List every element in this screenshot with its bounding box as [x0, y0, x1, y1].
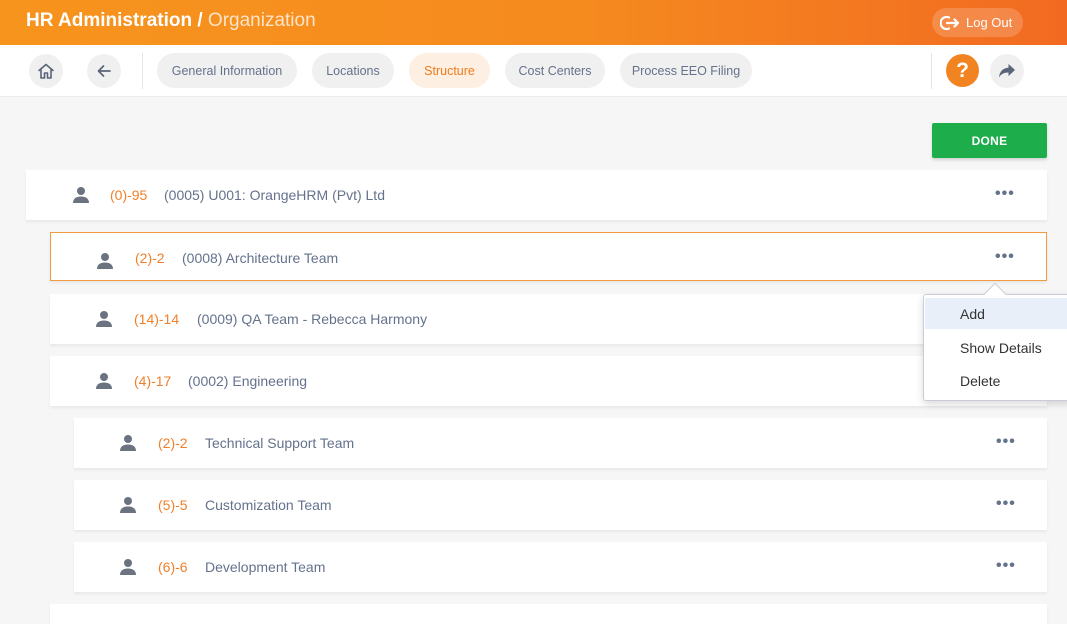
tab-cost-centers[interactable]: Cost Centers	[505, 53, 605, 88]
title-sub: Organization	[207, 10, 316, 31]
node-count: (0)-95	[110, 187, 148, 203]
tree-node-root[interactable]: (0)-95 (0005) U001: OrangeHRM (Pvt) Ltd …	[26, 170, 1047, 220]
node-count: (5)-5	[158, 497, 188, 513]
node-name: Customization Team	[205, 497, 332, 513]
node-name: (0009) QA Team - Rebecca Harmony	[197, 311, 428, 327]
node-name: (0002) Engineering	[188, 373, 308, 389]
app-header: HR Administration / Organization Log Out	[0, 0, 1067, 45]
page-title: HR Administration / Organization	[26, 10, 316, 32]
nav-divider	[142, 53, 143, 89]
logout-button[interactable]: Log Out	[932, 8, 1023, 37]
node-name: (0008) Architecture Team	[182, 250, 339, 266]
node-name: Development Team	[205, 559, 326, 575]
share-button[interactable]	[990, 54, 1024, 88]
tree-node[interactable]: (4)-17 (0002) Engineering	[50, 356, 1047, 406]
person-icon	[73, 187, 89, 203]
menu-item-show-details[interactable]: Show Details	[925, 332, 1067, 363]
node-count: (2)-2	[135, 250, 165, 266]
help-button[interactable]: ?	[946, 54, 979, 87]
node-name: Technical Support Team	[205, 435, 355, 451]
more-options-icon[interactable]: •••	[996, 434, 1016, 450]
home-button[interactable]	[29, 54, 63, 88]
node-name: (0005) U001: OrangeHRM (Pvt) Ltd	[164, 187, 385, 203]
context-menu: Add Show Details Delete	[923, 282, 1067, 401]
more-options-icon[interactable]: •••	[995, 249, 1015, 265]
tree-node[interactable]: (6)-6 Development Team •••	[74, 542, 1047, 592]
person-icon	[96, 373, 112, 389]
done-button[interactable]: DONE	[932, 123, 1047, 158]
person-icon	[120, 497, 136, 513]
node-count: (4)-17	[134, 373, 172, 389]
home-icon	[38, 63, 54, 79]
title-main: HR Administration /	[26, 10, 203, 31]
more-options-icon[interactable]: •••	[995, 186, 1015, 202]
back-button[interactable]	[87, 54, 121, 88]
tree-node[interactable]: (14)-14 (0009) QA Team - Rebecca Harmony	[50, 294, 1047, 344]
tab-general-information[interactable]: General Information	[157, 53, 297, 88]
share-icon	[999, 64, 1015, 78]
menu-item-add[interactable]: Add	[925, 298, 1067, 329]
person-icon	[120, 559, 136, 575]
top-nav: General Information Locations Structure …	[0, 45, 1067, 97]
node-count: (6)-6	[158, 559, 188, 575]
node-count: (2)-2	[158, 435, 188, 451]
logout-icon	[940, 15, 960, 30]
arrow-left-icon	[97, 65, 111, 77]
tab-structure[interactable]: Structure	[409, 53, 490, 88]
tree-node[interactable]: (2)-2 Technical Support Team •••	[74, 418, 1047, 468]
nav-divider-right	[931, 53, 932, 89]
person-icon	[97, 253, 113, 269]
more-options-icon[interactable]: •••	[996, 496, 1016, 512]
more-options-icon[interactable]: •••	[996, 558, 1016, 574]
node-count: (14)-14	[134, 311, 180, 327]
person-icon	[96, 311, 112, 327]
tree-node-partial[interactable]	[50, 604, 1047, 624]
tab-locations[interactable]: Locations	[312, 53, 394, 88]
menu-item-delete[interactable]: Delete	[925, 365, 1067, 396]
tree-node-selected[interactable]: (2)-2 (0008) Architecture Team •••	[50, 232, 1047, 281]
tab-process-eeo-filing[interactable]: Process EEO Filing	[620, 53, 752, 88]
logout-label: Log Out	[966, 15, 1013, 30]
tree-node[interactable]: (5)-5 Customization Team •••	[74, 480, 1047, 530]
person-icon	[120, 435, 136, 451]
